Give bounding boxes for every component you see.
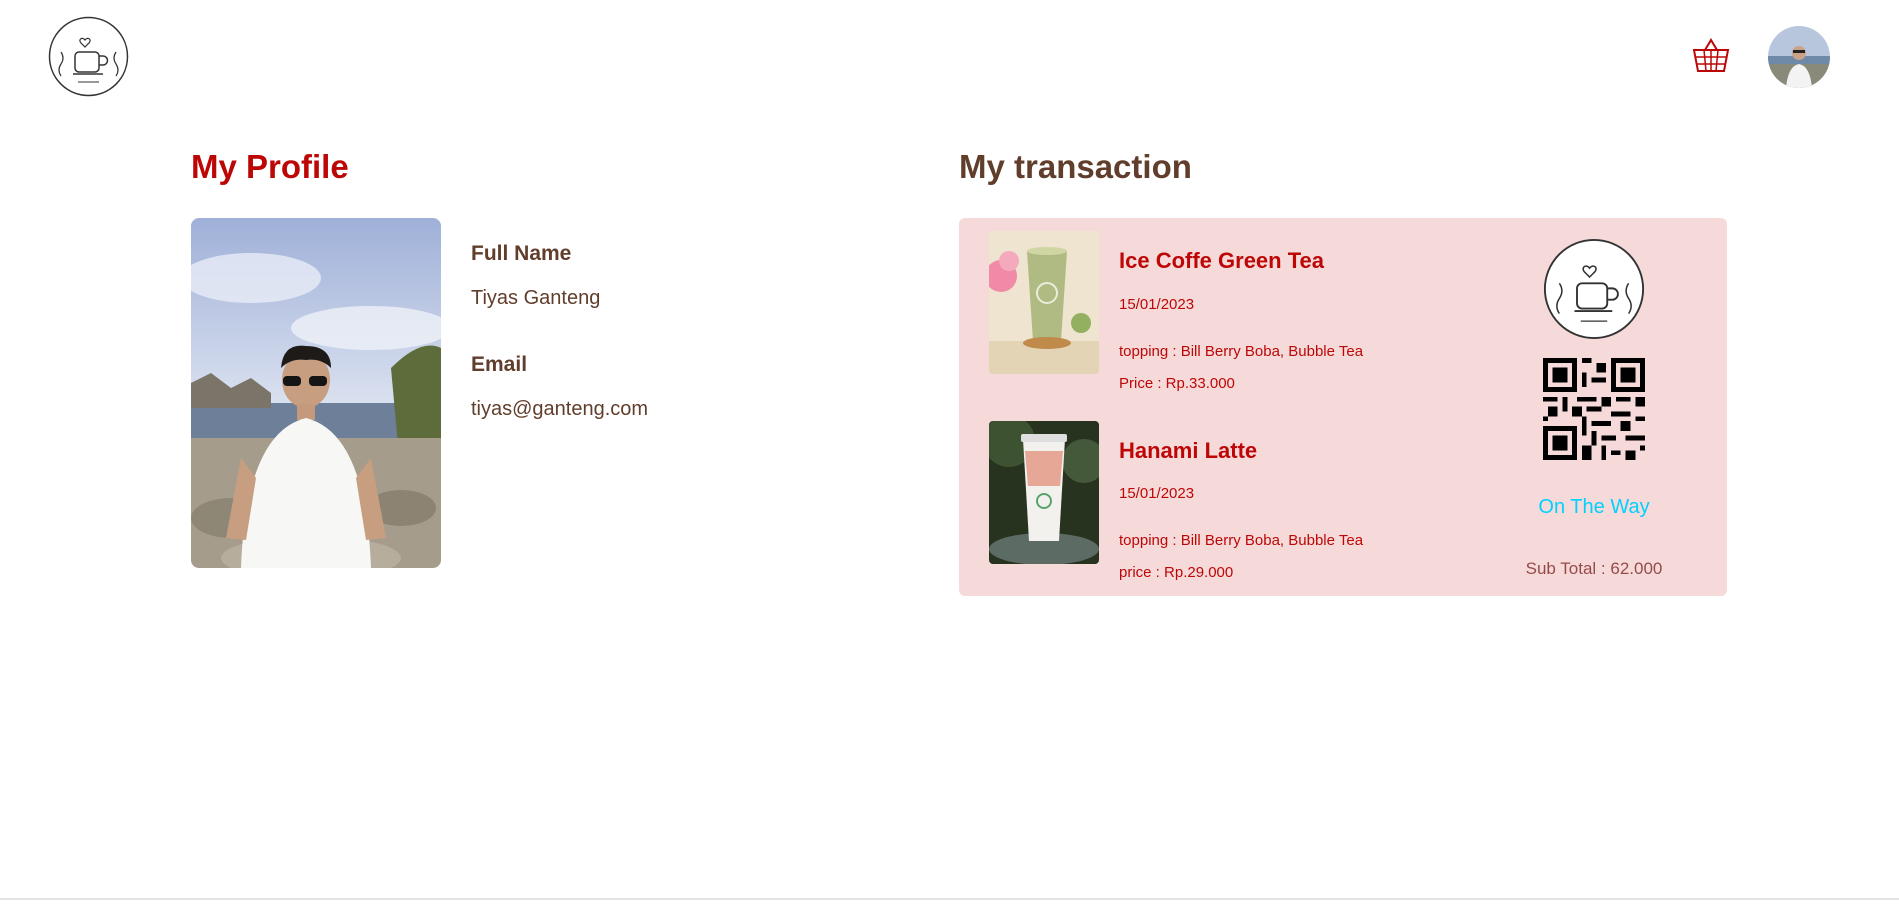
item-price: price : Rp.29.000	[1119, 564, 1234, 581]
bottom-divider	[0, 898, 1899, 900]
full-name-value: Tiyas Ganteng	[471, 287, 601, 309]
basket-icon[interactable]	[1691, 36, 1731, 76]
item-date: 15/01/2023	[1119, 296, 1195, 313]
item-name: Hanami Latte	[1119, 438, 1258, 463]
avatar[interactable]	[1768, 26, 1830, 88]
subtotal: Sub Total : 62.000	[1525, 559, 1663, 578]
profile-photo	[191, 218, 441, 568]
transaction-title: My transaction	[959, 148, 1192, 185]
email-label: Email	[471, 353, 528, 376]
qr-code-icon	[1543, 358, 1645, 460]
status-badge: On The Way	[1538, 496, 1650, 518]
item-topping: topping : Bill Berry Boba, Bubble Tea	[1119, 343, 1364, 360]
cafe-logo-icon[interactable]	[48, 16, 129, 97]
item-date: 15/01/2023	[1119, 485, 1195, 502]
email-value: tiyas@ganteng.com	[471, 398, 649, 420]
product-image	[989, 231, 1099, 374]
full-name-label: Full Name	[471, 242, 572, 265]
product-image	[989, 421, 1099, 564]
item-price: Price : Rp.33.000	[1119, 375, 1235, 392]
transaction-card[interactable]: Ice Coffe Green Tea 15/01/2023 topping :…	[959, 218, 1727, 596]
item-topping: topping : Bill Berry Boba, Bubble Tea	[1119, 532, 1364, 549]
item-name: Ice Coffe Green Tea	[1119, 248, 1324, 273]
navbar	[0, 0, 1899, 112]
profile-title: My Profile	[191, 148, 349, 185]
cafe-logo-icon	[1543, 238, 1645, 340]
